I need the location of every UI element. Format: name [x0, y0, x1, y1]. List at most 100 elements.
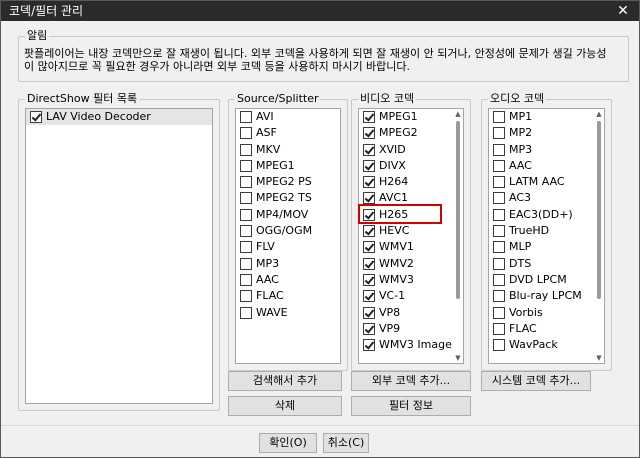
- list-item[interactable]: AAC: [236, 272, 340, 288]
- scroll-up-icon[interactable]: ▲: [594, 109, 604, 119]
- list-item[interactable]: WMV3 Image: [359, 337, 463, 353]
- list-item[interactable]: OGG/OGM: [236, 223, 340, 239]
- list-item[interactable]: WMV3: [359, 272, 463, 288]
- list-item[interactable]: MPEG2: [359, 125, 463, 141]
- list-item[interactable]: AAC: [489, 158, 604, 174]
- list-item[interactable]: XVID: [359, 142, 463, 158]
- checkbox-unchecked[interactable]: [493, 208, 505, 221]
- list-item[interactable]: WAVE: [236, 305, 340, 321]
- cancel-button[interactable]: 취소(C): [323, 433, 369, 453]
- checkbox-unchecked[interactable]: [493, 127, 505, 140]
- list-item[interactable]: Blu-ray LPCM: [489, 288, 604, 304]
- list-item[interactable]: HEVC: [359, 223, 463, 239]
- list-item[interactable]: VP8: [359, 305, 463, 321]
- checkbox-unchecked[interactable]: [493, 159, 505, 172]
- checkbox-checked[interactable]: [363, 339, 375, 352]
- list-item[interactable]: MP3: [236, 256, 340, 272]
- close-icon[interactable]: ✕: [613, 1, 633, 21]
- list-item[interactable]: MP4/MOV: [236, 207, 340, 223]
- checkbox-checked[interactable]: [363, 111, 375, 123]
- list-item[interactable]: MPEG2 PS: [236, 174, 340, 190]
- list-item[interactable]: MPEG2 TS: [236, 190, 340, 206]
- checkbox-unchecked[interactable]: [493, 225, 505, 238]
- list-item[interactable]: TrueHD: [489, 223, 604, 239]
- list-item[interactable]: DIVX: [359, 158, 463, 174]
- checkbox-checked[interactable]: [363, 192, 375, 205]
- checkbox-unchecked[interactable]: [240, 143, 252, 156]
- checkbox-checked[interactable]: [363, 257, 375, 270]
- list-item[interactable]: Vorbis: [489, 305, 604, 321]
- checkbox-checked[interactable]: [363, 290, 375, 303]
- checkbox-checked[interactable]: [363, 159, 375, 172]
- list-item[interactable]: FLAC: [236, 288, 340, 304]
- list-item[interactable]: VP9: [359, 321, 463, 337]
- list-item[interactable]: H264: [359, 174, 463, 190]
- scroll-thumb[interactable]: [456, 121, 460, 299]
- source-splitter-list[interactable]: AVI ASF MKV MPEG1 MPEG2 PS MPEG2 TS MP4/MOV OGG…: [235, 108, 341, 364]
- scroll-down-icon[interactable]: ▼: [594, 353, 604, 363]
- checkbox-unchecked[interactable]: [240, 111, 252, 123]
- list-item[interactable]: WMV2: [359, 256, 463, 272]
- checkbox-unchecked[interactable]: [240, 290, 252, 303]
- checkbox-unchecked[interactable]: [240, 257, 252, 270]
- checkbox-checked[interactable]: [363, 273, 375, 286]
- scroll-up-icon[interactable]: ▲: [453, 109, 463, 119]
- checkbox-checked[interactable]: [30, 111, 42, 123]
- checkbox-checked[interactable]: [363, 306, 375, 319]
- list-item[interactable]: FLV: [236, 239, 340, 255]
- list-item[interactable]: AC3: [489, 190, 604, 206]
- list-item[interactable]: LATM AAC: [489, 174, 604, 190]
- list-item[interactable]: AVI: [236, 109, 340, 125]
- audio-scrollbar[interactable]: ▲ ▼: [594, 109, 604, 363]
- checkbox-unchecked[interactable]: [240, 306, 252, 319]
- checkbox-unchecked[interactable]: [240, 176, 252, 189]
- list-item[interactable]: MP2: [489, 125, 604, 141]
- checkbox-unchecked[interactable]: [493, 322, 505, 335]
- checkbox-unchecked[interactable]: [240, 192, 252, 205]
- checkbox-unchecked[interactable]: [493, 241, 505, 254]
- video-scrollbar[interactable]: ▲ ▼: [453, 109, 463, 363]
- list-item[interactable]: DTS: [489, 256, 604, 272]
- checkbox-unchecked[interactable]: [240, 225, 252, 238]
- list-item[interactable]: WMV1: [359, 239, 463, 255]
- checkbox-checked[interactable]: [363, 176, 375, 189]
- scroll-down-icon[interactable]: ▼: [453, 353, 463, 363]
- checkbox-unchecked[interactable]: [240, 127, 252, 140]
- external-codec-add-button[interactable]: 외부 코덱 추가...: [351, 371, 471, 391]
- checkbox-unchecked[interactable]: [493, 273, 505, 286]
- list-item[interactable]: LAV Video Decoder: [26, 109, 212, 126]
- list-item[interactable]: MLP: [489, 239, 604, 255]
- list-item[interactable]: EAC3(DD+): [489, 207, 604, 223]
- checkbox-unchecked[interactable]: [240, 241, 252, 254]
- checkbox-unchecked[interactable]: [240, 208, 252, 221]
- list-item[interactable]: MKV: [236, 142, 340, 158]
- checkbox-checked[interactable]: [363, 322, 375, 335]
- checkbox-unchecked[interactable]: [240, 273, 252, 286]
- list-item[interactable]: FLAC: [489, 321, 604, 337]
- checkbox-unchecked[interactable]: [493, 192, 505, 205]
- list-item[interactable]: WavPack: [489, 337, 604, 353]
- checkbox-checked[interactable]: [363, 225, 375, 238]
- list-item[interactable]: MPEG1: [236, 158, 340, 174]
- filter-info-button[interactable]: 필터 정보: [351, 396, 471, 416]
- search-add-button[interactable]: 검색해서 추가: [228, 371, 342, 391]
- ok-button[interactable]: 확인(O): [259, 433, 317, 453]
- checkbox-unchecked[interactable]: [493, 339, 505, 352]
- list-item[interactable]: MP1: [489, 109, 604, 125]
- audio-codec-list[interactable]: MP1 MP2 MP3 AAC LATM AAC AC3 EAC3(DD+) TrueHD ML…: [488, 108, 605, 364]
- list-item[interactable]: DVD LPCM: [489, 272, 604, 288]
- checkbox-unchecked[interactable]: [493, 176, 505, 189]
- checkbox-unchecked[interactable]: [240, 159, 252, 172]
- checkbox-unchecked[interactable]: [493, 111, 505, 123]
- list-item[interactable]: MP3: [489, 142, 604, 158]
- video-codec-list[interactable]: MPEG1 MPEG2 XVID DIVX H264 AVC1 H265 HEVC WMV1 WM…: [358, 108, 464, 364]
- directshow-list[interactable]: LAV Video Decoder: [25, 108, 213, 404]
- list-item[interactable]: MPEG1: [359, 109, 463, 125]
- checkbox-unchecked[interactable]: [493, 257, 505, 270]
- checkbox-checked[interactable]: [363, 241, 375, 254]
- checkbox-checked[interactable]: [363, 143, 375, 156]
- list-item[interactable]: VC-1: [359, 288, 463, 304]
- checkbox-unchecked[interactable]: [493, 306, 505, 319]
- checkbox-checked[interactable]: [363, 127, 375, 140]
- system-codec-add-button[interactable]: 시스템 코덱 추가...: [481, 371, 591, 391]
